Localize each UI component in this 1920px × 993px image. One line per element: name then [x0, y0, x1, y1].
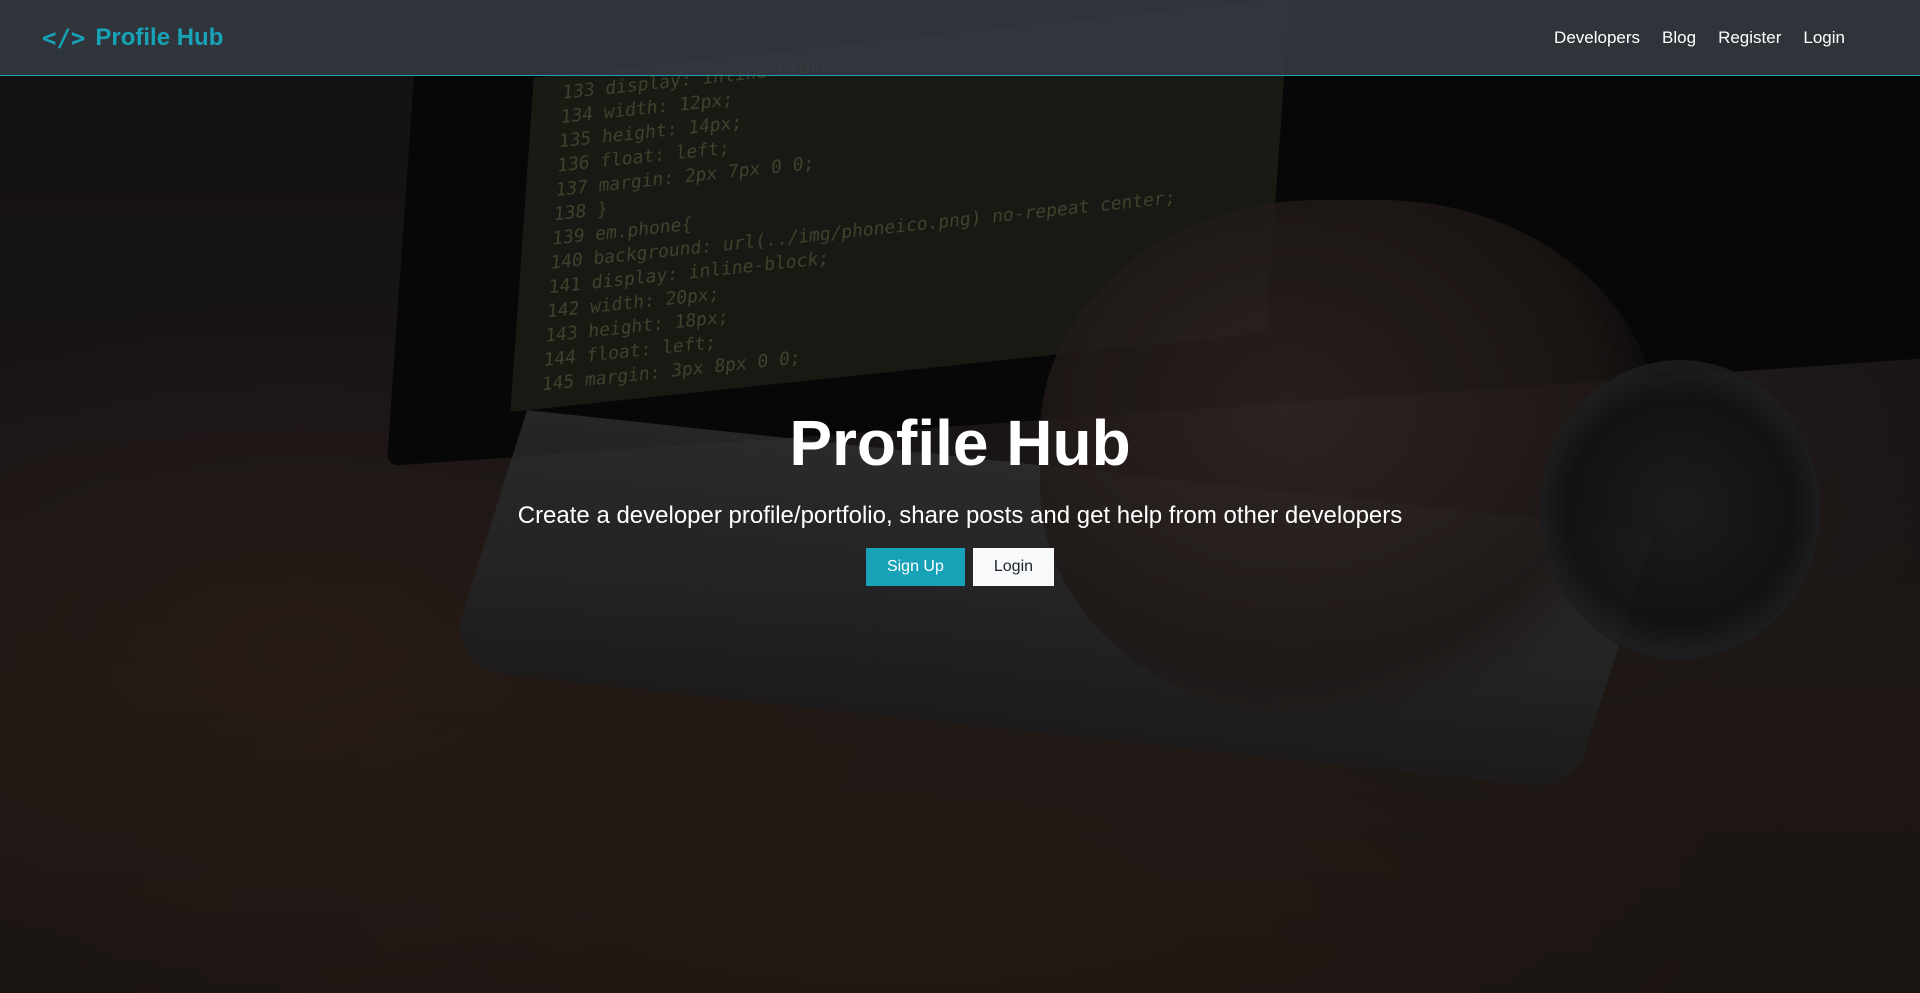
nav-link-blog[interactable]: Blog: [1662, 28, 1696, 48]
hero-title: Profile Hub: [789, 407, 1131, 479]
nav-link-login[interactable]: Login: [1803, 28, 1845, 48]
landing-hero: Profile Hub Create a developer profile/p…: [0, 76, 1920, 993]
hero-lead: Create a developer profile/portfolio, sh…: [517, 502, 1403, 529]
brand-name: Profile Hub: [95, 23, 224, 51]
navbar: </> Profile Hub Developers Blog Register…: [0, 0, 1920, 76]
brand-link[interactable]: </> Profile Hub: [42, 24, 223, 52]
nav-links: Developers Blog Register Login: [1554, 28, 1845, 48]
code-icon: </>: [42, 23, 86, 52]
sign-up-button[interactable]: Sign Up: [865, 548, 965, 586]
nav-link-developers[interactable]: Developers: [1554, 28, 1640, 48]
login-button[interactable]: Login: [972, 548, 1055, 586]
hero-buttons: Sign Up Login: [865, 548, 1055, 586]
nav-link-register[interactable]: Register: [1718, 28, 1781, 48]
